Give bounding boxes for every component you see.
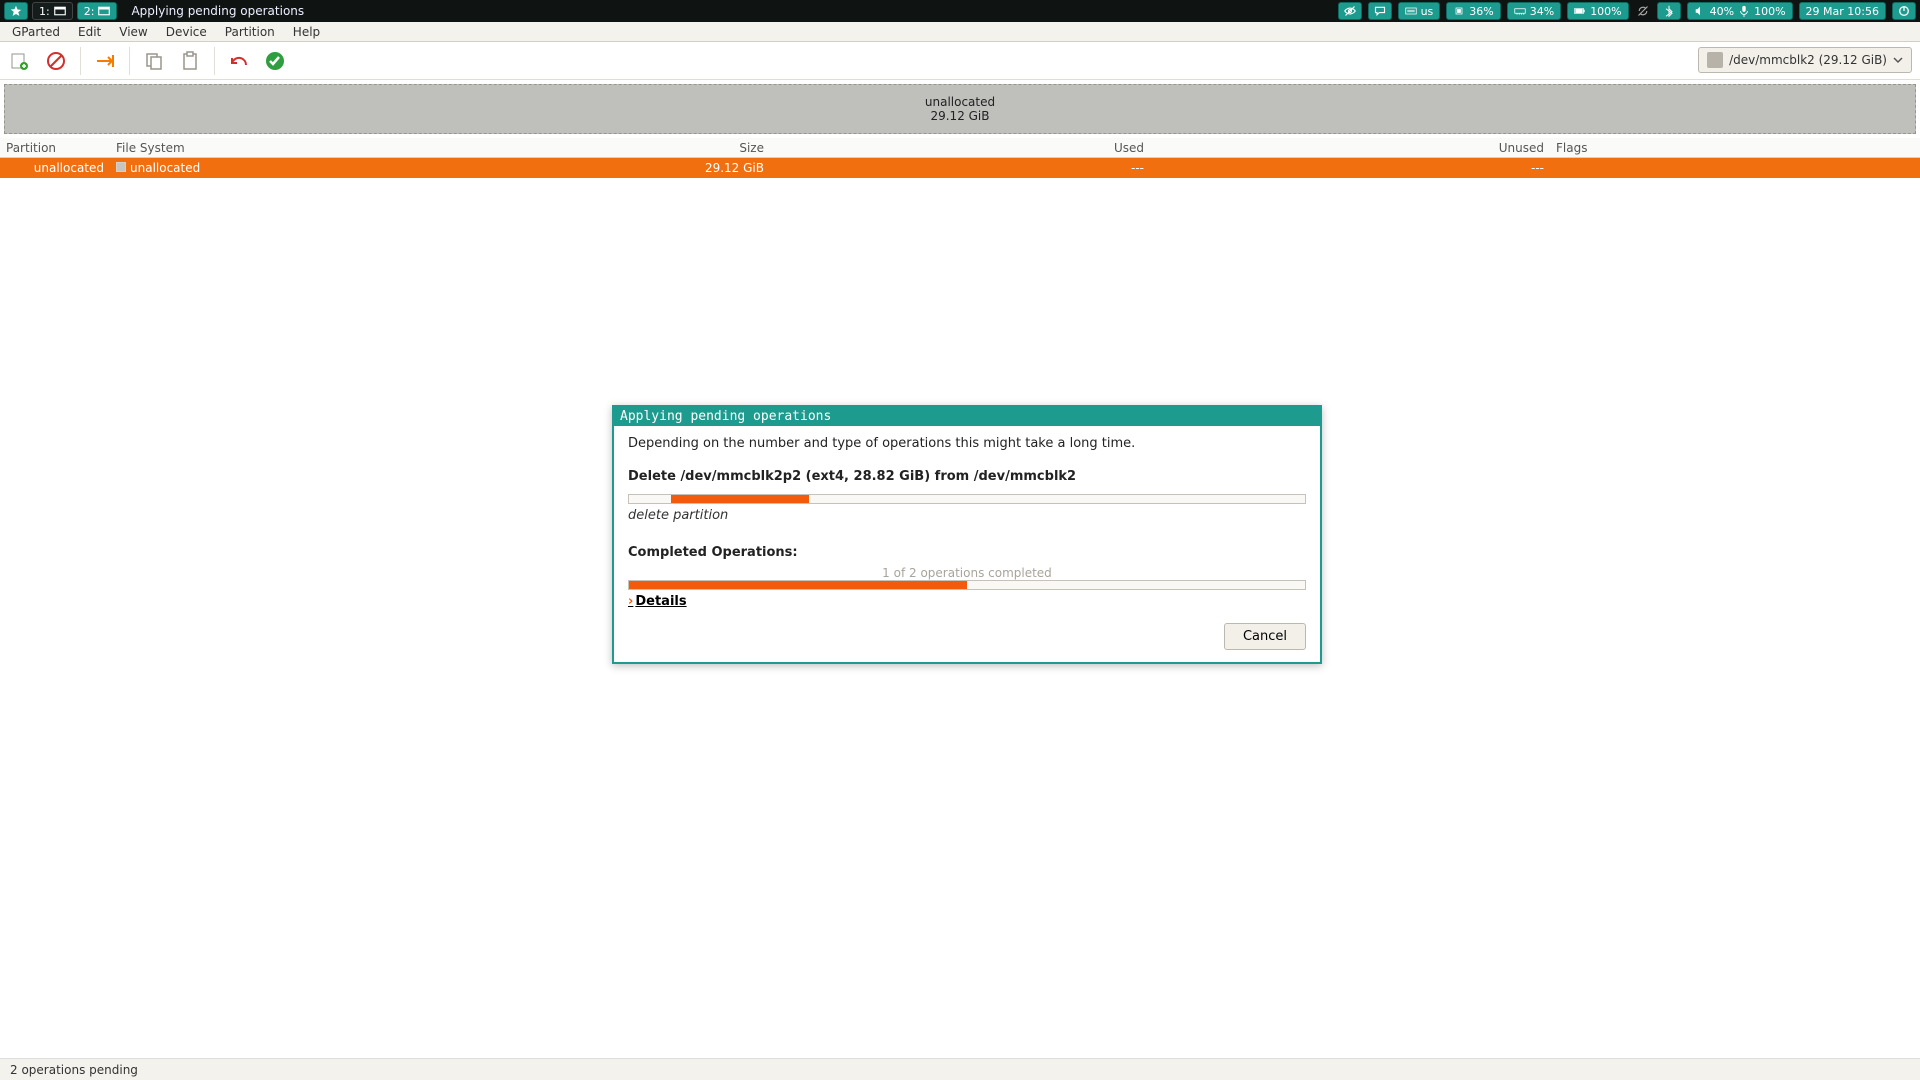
menu-edit[interactable]: Edit: [70, 23, 109, 41]
audio-indicator[interactable]: 40% 100%: [1687, 2, 1793, 20]
dialog-title[interactable]: Applying pending operations: [614, 407, 1320, 426]
chevron-right-icon: ›: [628, 594, 633, 609]
speaker-icon: [1694, 5, 1706, 17]
window-icon: [54, 5, 66, 17]
memory-indicator[interactable]: 34%: [1507, 2, 1561, 20]
current-operation: Delete /dev/mmcblk2p2 (ext4, 28.82 GiB) …: [628, 469, 1306, 484]
keyboard-layout-label: us: [1421, 5, 1434, 18]
privacy-icon[interactable]: [1338, 2, 1362, 20]
col-flags[interactable]: Flags: [1550, 141, 1920, 155]
col-used[interactable]: Used: [770, 141, 1150, 155]
col-filesystem[interactable]: File System: [110, 141, 390, 155]
workspace-1-label: 1:: [39, 5, 50, 18]
workspace-2[interactable]: 2:: [77, 2, 118, 20]
clock-label: 29 Mar 10:56: [1806, 5, 1879, 18]
device-selector-label: /dev/mmcblk2 (29.12 GiB): [1729, 53, 1887, 67]
window-icon: [98, 5, 110, 17]
table-row[interactable]: unallocated unallocated 29.12 GiB --- --…: [0, 158, 1920, 178]
undo-icon[interactable]: [225, 47, 253, 75]
cell-filesystem: unallocated: [110, 161, 390, 175]
dialog-intro: Depending on the number and type of oper…: [628, 436, 1306, 451]
apply-operations-dialog: Applying pending operations Depending on…: [612, 405, 1322, 664]
launcher-icon[interactable]: [4, 2, 28, 20]
operation-subtask: delete partition: [628, 508, 1306, 523]
partition-graphic-size: 29.12 GiB: [930, 109, 989, 123]
battery-indicator[interactable]: 100%: [1567, 2, 1628, 20]
delete-partition-icon[interactable]: [42, 47, 70, 75]
mic-pct: 100%: [1754, 5, 1785, 18]
clock[interactable]: 29 Mar 10:56: [1799, 2, 1886, 20]
volume-pct: 40%: [1710, 5, 1734, 18]
details-label: Details: [635, 594, 686, 609]
microphone-icon: [1738, 5, 1750, 17]
statusbar-text: 2 operations pending: [10, 1063, 138, 1077]
workspace-1[interactable]: 1:: [32, 2, 73, 20]
keyboard-icon: [1405, 5, 1417, 17]
cancel-button[interactable]: Cancel: [1224, 623, 1306, 650]
menu-gparted[interactable]: GParted: [4, 23, 68, 41]
operation-progress: [628, 494, 1306, 504]
overall-progress: [628, 580, 1306, 590]
apply-icon[interactable]: [261, 47, 289, 75]
col-unused[interactable]: Unused: [1150, 141, 1550, 155]
sync-disabled-icon[interactable]: [1635, 5, 1651, 17]
cell-partition: unallocated: [0, 161, 110, 175]
memory-pct: 34%: [1530, 5, 1554, 18]
power-icon[interactable]: [1892, 2, 1916, 20]
chat-icon[interactable]: [1368, 2, 1392, 20]
cell-unused: ---: [1150, 161, 1550, 175]
window-title: Applying pending operations: [121, 4, 1333, 18]
workspace-2-label: 2:: [84, 5, 95, 18]
menu-device[interactable]: Device: [158, 23, 215, 41]
cpu-pct: 36%: [1469, 5, 1493, 18]
menu-partition[interactable]: Partition: [217, 23, 283, 41]
col-size[interactable]: Size: [390, 141, 770, 155]
cpu-icon: [1453, 5, 1465, 17]
paste-icon[interactable]: [176, 47, 204, 75]
menu-view[interactable]: View: [111, 23, 155, 41]
partition-graphic[interactable]: unallocated 29.12 GiB: [4, 84, 1916, 134]
system-panel: 1: 2: Applying pending operations us 36%…: [0, 0, 1920, 22]
resize-move-icon[interactable]: [91, 47, 119, 75]
partition-table-header: Partition File System Size Used Unused F…: [0, 138, 1920, 158]
chevron-down-icon: [1893, 55, 1903, 65]
app-toolbar: /dev/mmcblk2 (29.12 GiB): [0, 42, 1920, 80]
keyboard-layout-indicator[interactable]: us: [1398, 2, 1441, 20]
bluetooth-icon[interactable]: [1657, 2, 1681, 20]
completed-operations-label: Completed Operations:: [628, 545, 1306, 560]
cpu-indicator[interactable]: 36%: [1446, 2, 1500, 20]
battery-pct: 100%: [1590, 5, 1621, 18]
menu-help[interactable]: Help: [285, 23, 328, 41]
statusbar: 2 operations pending: [0, 1058, 1920, 1080]
details-expander[interactable]: ›Details: [628, 594, 1306, 609]
filesystem-swatch-icon: [116, 162, 126, 172]
cell-used: ---: [770, 161, 1150, 175]
battery-icon: [1574, 5, 1586, 17]
cell-size: 29.12 GiB: [390, 161, 770, 175]
device-selector[interactable]: /dev/mmcblk2 (29.12 GiB): [1698, 47, 1912, 73]
new-partition-icon[interactable]: [6, 47, 34, 75]
operations-count: 1 of 2 operations completed: [628, 566, 1306, 580]
partition-graphic-label: unallocated: [925, 95, 995, 109]
copy-icon[interactable]: [140, 47, 168, 75]
storage-icon: [1707, 52, 1723, 68]
memory-icon: [1514, 5, 1526, 17]
app-menubar: GParted Edit View Device Partition Help: [0, 22, 1920, 42]
col-partition[interactable]: Partition: [0, 141, 110, 155]
